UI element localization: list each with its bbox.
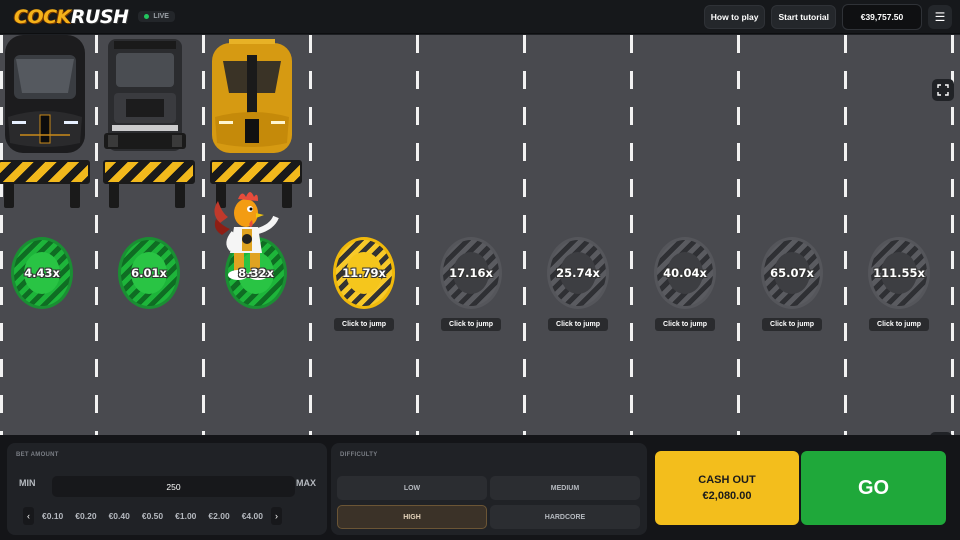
live-label: LIVE (153, 13, 169, 20)
bet-amount-panel: BET AMOUNT MIN 250 MAX ‹ €0.10 €0.20 €0.… (7, 443, 327, 535)
live-badge: LIVE (138, 11, 175, 22)
multiplier-text: 4.43x (24, 266, 60, 280)
lane-divider (737, 35, 740, 435)
game-logo: COCKRUSH (14, 5, 129, 28)
chip-option[interactable]: €0.40 (105, 507, 134, 525)
lane-multiplier-9[interactable]: 111.55x (868, 237, 930, 309)
multiplier-text: 25.74x (556, 266, 600, 280)
how-to-play-button[interactable]: How to play (703, 4, 766, 29)
lane-divider (523, 35, 526, 435)
difficulty-panel: DIFFICULTY LOW MEDIUM HIGH HARDCORE (331, 443, 647, 535)
click-to-jump-label[interactable]: Click to jump (655, 318, 715, 331)
balance-display: €39,757.50 (842, 3, 922, 30)
multiplier-text: 65.07x (770, 266, 814, 280)
lane-multiplier-8[interactable]: 65.07x (761, 237, 823, 309)
lane-divider (844, 35, 847, 435)
live-dot-icon (144, 14, 150, 19)
multiplier-text: 17.16x (449, 266, 493, 280)
difficulty-title: DIFFICULTY (340, 452, 378, 458)
difficulty-low-button[interactable]: LOW (337, 476, 487, 500)
difficulty-medium-button[interactable]: MEDIUM (490, 476, 640, 500)
chip-option[interactable]: €1.00 (171, 507, 200, 525)
go-button[interactable]: GO (801, 451, 946, 525)
multiplier-text: 111.55x (873, 266, 925, 280)
start-tutorial-button[interactable]: Start tutorial (771, 4, 836, 29)
logo-text-rush: RUSH (70, 5, 129, 28)
multiplier-text: 11.79x (342, 266, 386, 280)
cash-out-label: CASH OUT (698, 474, 756, 486)
cash-out-amount: €2,080.00 (702, 490, 752, 502)
click-to-jump-label[interactable]: Click to jump (548, 318, 608, 331)
lane-divider (95, 35, 98, 435)
game-road: 4.43x 6.01x 8.32x 11.79x 17.16x 25.74x 4… (0, 35, 960, 435)
road-barrier (0, 160, 90, 208)
multiplier-text: 8.32x (238, 266, 274, 280)
bet-amount-title: BET AMOUNT (16, 452, 59, 458)
chips-prev-button[interactable]: ‹ (23, 507, 34, 525)
lane-multiplier-1: 4.43x (11, 237, 73, 309)
road-barrier (103, 160, 195, 208)
top-bar: COCKRUSH LIVE How to play Start tutorial… (0, 0, 960, 34)
max-button[interactable]: MAX (296, 478, 316, 488)
lane-multiplier-6[interactable]: 25.74x (547, 237, 609, 309)
black-truck (104, 39, 186, 151)
chip-option[interactable]: €0.50 (138, 507, 167, 525)
logo-text-cock: COCK (14, 5, 71, 28)
chip-option[interactable]: €0.10 (38, 507, 67, 525)
multiplier-text: 40.04x (663, 266, 707, 280)
hamburger-icon: ☰ (934, 9, 946, 24)
fullscreen-button[interactable] (932, 79, 954, 101)
lane-divider (630, 35, 633, 435)
chip-option[interactable]: €2.00 (204, 507, 233, 525)
quick-bet-chips: ‹ €0.10 €0.20 €0.40 €0.50 €1.00 €2.00 €4… (23, 507, 282, 525)
lane-multiplier-4[interactable]: 11.79x (333, 237, 395, 309)
gold-hypercar (212, 39, 292, 153)
fullscreen-icon (937, 84, 949, 96)
click-to-jump-label[interactable]: Click to jump (441, 318, 501, 331)
menu-button[interactable]: ☰ (928, 4, 952, 29)
cash-out-button[interactable]: CASH OUT €2,080.00 (655, 451, 799, 525)
chips-next-button[interactable]: › (270, 507, 282, 525)
lane-multiplier-2: 6.01x (118, 237, 180, 309)
lane-multiplier-7[interactable]: 40.04x (654, 237, 716, 309)
click-to-jump-label[interactable]: Click to jump (762, 318, 822, 331)
click-to-jump-label[interactable]: Click to jump (334, 318, 394, 331)
control-panel: BET AMOUNT MIN 250 MAX ‹ €0.10 €0.20 €0.… (0, 435, 960, 540)
lane-divider (202, 35, 205, 435)
chip-option[interactable]: €0.20 (71, 507, 100, 525)
difficulty-hardcore-button[interactable]: HARDCORE (490, 505, 640, 529)
chip-option[interactable]: €4.00 (238, 507, 267, 525)
lane-multiplier-5[interactable]: 17.16x (440, 237, 502, 309)
click-to-jump-label[interactable]: Click to jump (869, 318, 929, 331)
difficulty-high-button[interactable]: HIGH (337, 505, 487, 529)
multiplier-text: 6.01x (131, 266, 167, 280)
lane-divider (309, 35, 312, 435)
bet-amount-input[interactable]: 250 (52, 476, 295, 497)
lane-divider (416, 35, 419, 435)
min-button[interactable]: MIN (19, 478, 36, 488)
black-hypercar (5, 35, 85, 153)
